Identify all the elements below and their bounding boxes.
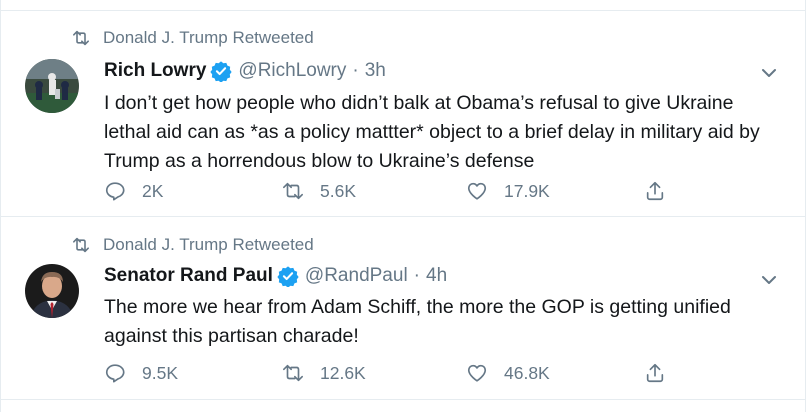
display-name[interactable]: Senator Rand Paul <box>104 265 273 287</box>
retweet-context: Donald J. Trump Retweeted <box>71 27 314 49</box>
like-button[interactable]: 17.9K <box>466 178 550 204</box>
tweet-actions: 9.5K 12.6K 46.8K <box>104 360 684 386</box>
tweet[interactable]: Donald J. Trump Retweeted Senator Rand P… <box>1 217 805 400</box>
retweet-icon <box>283 182 303 200</box>
share-button[interactable] <box>644 178 682 204</box>
retweet-context: Donald J. Trump Retweeted <box>71 234 314 256</box>
handle[interactable]: @RandPaul <box>305 265 408 287</box>
retweet-count: 12.6K <box>320 362 366 383</box>
like-count: 46.8K <box>504 362 550 383</box>
tweet[interactable]: Donald J. Trump Retweeted Rich Lowry @Ri… <box>1 10 805 217</box>
like-icon <box>467 364 487 382</box>
tweet-actions: 2K 5.6K 17.9K <box>104 178 684 204</box>
reply-icon <box>105 182 125 201</box>
reply-count: 2K <box>142 180 164 201</box>
reply-button[interactable]: 9.5K <box>104 360 178 386</box>
timestamp[interactable]: 4h <box>426 265 447 287</box>
reply-button[interactable]: 2K <box>104 178 163 204</box>
retweet-icon <box>283 364 303 382</box>
chevron-down-icon[interactable] <box>761 66 777 78</box>
timeline: Donald J. Trump Retweeted Rich Lowry @Ri… <box>0 0 806 412</box>
retweet-count: 5.6K <box>320 180 356 201</box>
handle[interactable]: @RichLowry <box>238 60 346 82</box>
retweet-label: Donald J. Trump Retweeted <box>103 235 314 254</box>
display-name[interactable]: Rich Lowry <box>104 60 206 82</box>
like-icon <box>467 182 487 200</box>
reply-icon <box>105 364 125 383</box>
retweet-icon <box>71 237 91 253</box>
reply-count: 9.5K <box>142 362 178 383</box>
retweet-button[interactable]: 12.6K <box>282 360 366 386</box>
tweet-header: Senator Rand Paul @RandPaul · 4h <box>104 263 447 289</box>
like-button[interactable]: 46.8K <box>466 360 550 386</box>
tweet-text: I don’t get how people who didn’t balk a… <box>104 92 760 172</box>
separator: · <box>413 265 420 286</box>
tweet-text: The more we hear from Adam Schiff, the m… <box>104 296 731 347</box>
retweet-button[interactable]: 5.6K <box>282 178 356 204</box>
verified-badge-icon <box>210 60 233 82</box>
tweet-header: Rich Lowry @RichLowry · 3h <box>104 58 386 84</box>
share-button[interactable] <box>644 360 682 386</box>
avatar[interactable] <box>25 59 79 113</box>
retweet-label: Donald J. Trump Retweeted <box>103 28 314 47</box>
separator: · <box>352 60 359 81</box>
avatar[interactable] <box>25 264 79 318</box>
verified-badge-icon <box>277 265 299 287</box>
share-icon <box>646 181 664 201</box>
timestamp[interactable]: 3h <box>365 60 386 82</box>
chevron-down-icon[interactable] <box>761 273 777 285</box>
like-count: 17.9K <box>504 180 550 201</box>
retweet-icon <box>71 30 91 46</box>
share-icon <box>646 363 664 383</box>
